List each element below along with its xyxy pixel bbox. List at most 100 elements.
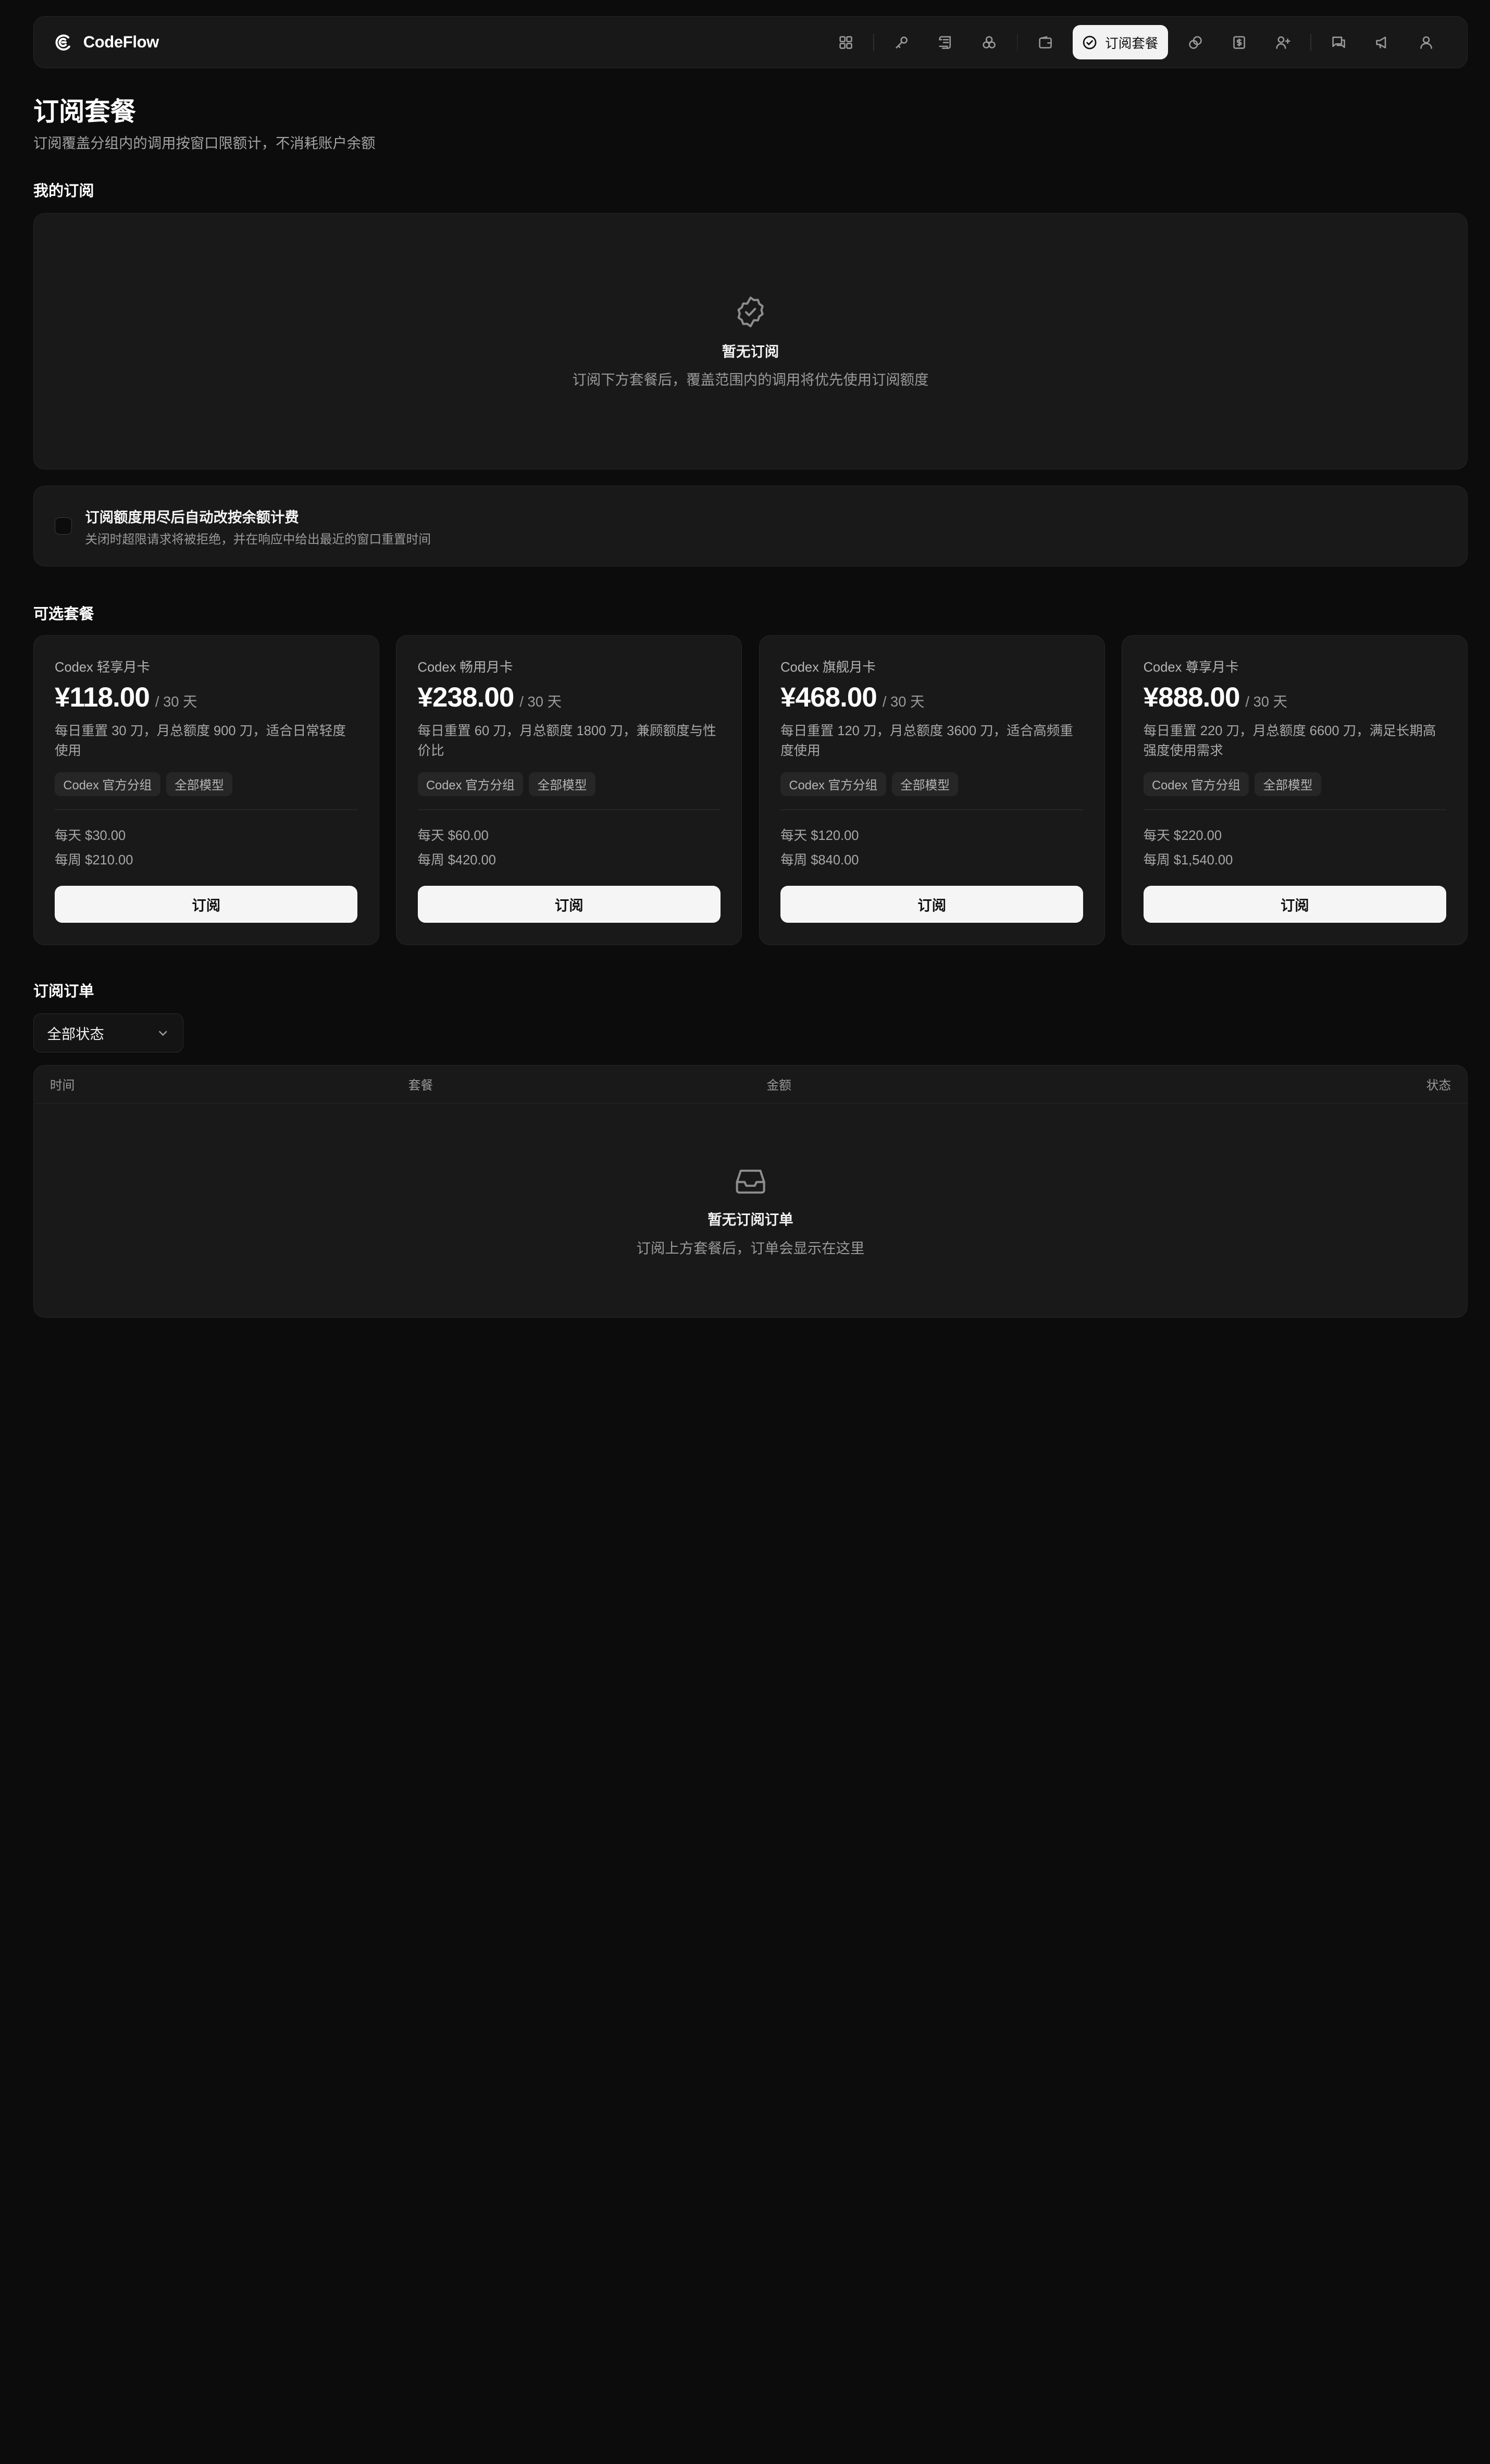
plan-name: Codex 旗舰月卡	[780, 660, 876, 675]
plan-tag: Codex 官方分组	[1143, 772, 1249, 796]
plan-divider	[1143, 809, 1447, 811]
plan-price-row: ¥468.00 / 30 天	[780, 682, 1083, 713]
plan-tag: 全部模型	[1255, 772, 1321, 796]
plan-card: Codex 旗舰月卡 ¥468.00 / 30 天 每日重置 120 刀，月总额…	[759, 635, 1105, 945]
plan-price: ¥468.00	[780, 682, 877, 713]
page: CodeFlow 订阅套餐 订阅套餐 订阅覆盖分组内的调用按窗口限额计，不消耗账…	[0, 0, 1490, 1351]
chevron-down-icon	[156, 1026, 170, 1040]
plan-tags: Codex 官方分组 全部模型	[1143, 772, 1446, 796]
plan-price: ¥118.00	[55, 682, 150, 713]
plan-card: Codex 尊享月卡 ¥888.00 / 30 天 每日重置 220 刀，月总额…	[1122, 635, 1468, 945]
plans-section-title: 可选套餐	[33, 605, 94, 623]
plan-tag: 全部模型	[891, 772, 959, 796]
profile-icon[interactable]	[1405, 25, 1448, 59]
brand[interactable]: CodeFlow	[53, 32, 159, 53]
subscribe-button[interactable]: 订阅	[55, 885, 358, 923]
plan-divider	[780, 809, 1084, 811]
nav-divider	[1016, 33, 1018, 51]
wallet-icon[interactable]	[1023, 25, 1067, 59]
fallback-billing-row: 订阅额度用尽后自动改按余额计费 关闭时超限请求将被拒绝，并在响应中给出最近的窗口…	[34, 486, 1467, 566]
billing-icon[interactable]	[1217, 25, 1261, 59]
orders-empty-desc: 订阅上方套餐后，订单会显示在这里	[636, 1240, 865, 1256]
link-icon[interactable]	[1173, 25, 1217, 59]
nav-active-label: 订阅套餐	[1105, 36, 1159, 51]
plan-description: 每日重置 220 刀，月总额度 6600 刀，满足长期高强度使用需求	[1143, 723, 1436, 758]
column-header-status: 状态	[1426, 1079, 1451, 1093]
orders-empty-state: 暂无订阅订单 订阅上方套餐后，订单会显示在这里	[34, 1104, 1467, 1317]
page-title: 订阅套餐	[33, 97, 136, 127]
plan-price-row: ¥888.00 / 30 天	[1144, 682, 1446, 713]
key-icon[interactable]	[880, 25, 924, 59]
dashboard-icon[interactable]	[824, 25, 867, 59]
plan-description: 每日重置 30 刀，月总额度 900 刀，适合日常轻度使用	[55, 723, 346, 758]
badge-check-icon	[732, 294, 768, 330]
page-subtitle: 订阅覆盖分组内的调用按窗口限额计，不消耗账户余额	[33, 134, 376, 151]
plan-period: / 30 天	[1245, 693, 1287, 710]
order-status-select[interactable]: 全部状态	[33, 1013, 184, 1053]
plan-divider	[417, 809, 721, 811]
plan-period: / 30 天	[155, 693, 197, 710]
plan-tag: Codex 官方分组	[417, 772, 524, 796]
orders-section-title: 订阅订单	[33, 983, 94, 1000]
nav-divider	[873, 33, 874, 51]
fallback-billing-desc: 关闭时超限请求将被拒绝，并在响应中给出最近的窗口重置时间	[85, 533, 431, 547]
orders-empty-title: 暂无订阅订单	[707, 1211, 793, 1228]
plan-price: ¥238.00	[417, 682, 515, 713]
column-header-time: 时间	[49, 1079, 75, 1093]
plan-weekly-limit: 每周 $210.00	[55, 853, 133, 868]
chat-icon[interactable]	[1317, 25, 1361, 59]
plan-weekly-limit: 每周 $420.00	[417, 853, 496, 868]
plan-card: Codex 畅用月卡 ¥238.00 / 30 天 每日重置 60 刀，月总额度…	[396, 635, 742, 945]
plan-divider	[55, 809, 358, 811]
plan-period: / 30 天	[519, 693, 562, 710]
orders-table: 时间 套餐 金额 状态 暂无订阅订单 订阅上方套餐后，订单会显示在这里	[33, 1064, 1468, 1318]
plan-tag: Codex 官方分组	[55, 772, 160, 796]
brand-name: CodeFlow	[83, 33, 159, 52]
plan-card: Codex 轻享月卡 ¥118.00 / 30 天 每日重置 30 刀，月总额度…	[33, 635, 379, 945]
plan-daily-limit: 每天 $120.00	[780, 828, 859, 843]
plan-tags: Codex 官方分组 全部模型	[417, 772, 721, 796]
plan-daily-limit: 每天 $220.00	[1143, 828, 1222, 843]
plan-name: Codex 轻享月卡	[55, 660, 151, 675]
top-nav: CodeFlow 订阅套餐	[33, 16, 1468, 69]
fallback-billing-checkbox[interactable]	[55, 517, 72, 535]
subscribe-button[interactable]: 订阅	[1143, 885, 1447, 923]
plan-name: Codex 尊享月卡	[1143, 660, 1239, 675]
inbox-icon	[732, 1162, 768, 1198]
plan-price-row: ¥118.00 / 30 天	[55, 682, 357, 713]
plan-tag: 全部模型	[529, 772, 595, 796]
orders-table-header: 时间 套餐 金额 状态	[33, 1066, 1468, 1104]
my-subscription-empty-state: 暂无订阅 订阅下方套餐后，覆盖范围内的调用将优先使用订阅额度	[34, 214, 1467, 469]
nav-icons: 订阅套餐	[824, 17, 1448, 68]
plans-grid: Codex 轻享月卡 ¥118.00 / 30 天 每日重置 30 刀，月总额度…	[33, 635, 1468, 945]
fallback-billing-title: 订阅额度用尽后自动改按余额计费	[85, 509, 299, 525]
fallback-billing-text: 订阅额度用尽后自动改按余额计费 关闭时超限请求将被拒绝，并在响应中给出最近的窗口…	[85, 505, 431, 547]
plan-weekly-limit: 每周 $1,540.00	[1143, 853, 1233, 868]
plan-description: 每日重置 120 刀，月总额度 3600 刀，适合高频重度使用	[780, 723, 1073, 758]
plan-price-row: ¥238.00 / 30 天	[418, 682, 721, 713]
subscribe-button[interactable]: 订阅	[780, 885, 1084, 923]
nav-subscription-active[interactable]: 订阅套餐	[1073, 25, 1168, 60]
plan-tags: Codex 官方分组 全部模型	[780, 772, 1083, 796]
plan-name: Codex 畅用月卡	[417, 660, 513, 675]
announcement-icon[interactable]	[1361, 25, 1405, 59]
plan-daily-limit: 每天 $30.00	[55, 828, 126, 843]
my-subscription-panel: 暂无订阅 订阅下方套餐后，覆盖范围内的调用将优先使用订阅额度	[33, 213, 1468, 470]
subscribe-button[interactable]: 订阅	[417, 885, 721, 923]
models-icon[interactable]	[967, 25, 1011, 59]
plan-price: ¥888.00	[1143, 682, 1240, 713]
order-status-value: 全部状态	[47, 1026, 104, 1043]
codeflow-logo-icon	[53, 32, 73, 53]
invite-user-icon[interactable]	[1261, 25, 1305, 59]
plan-tag: Codex 官方分组	[780, 772, 886, 796]
plan-weekly-limit: 每周 $840.00	[780, 853, 859, 868]
plan-tag: 全部模型	[166, 772, 233, 796]
fallback-billing-panel: 订阅额度用尽后自动改按余额计费 关闭时超限请求将被拒绝，并在响应中给出最近的窗口…	[33, 486, 1468, 567]
column-header-amount: 金额	[766, 1079, 791, 1093]
my-subscription-empty-title: 暂无订阅	[722, 343, 779, 360]
my-subscription-empty-desc: 订阅下方套餐后，覆盖范围内的调用将优先使用订阅额度	[572, 372, 929, 388]
logs-icon[interactable]	[924, 25, 967, 59]
column-header-plan: 套餐	[408, 1079, 433, 1093]
orders-table-body: 暂无订阅订单 订阅上方套餐后，订单会显示在这里	[34, 1104, 1467, 1317]
subscription-icon	[1082, 35, 1097, 50]
